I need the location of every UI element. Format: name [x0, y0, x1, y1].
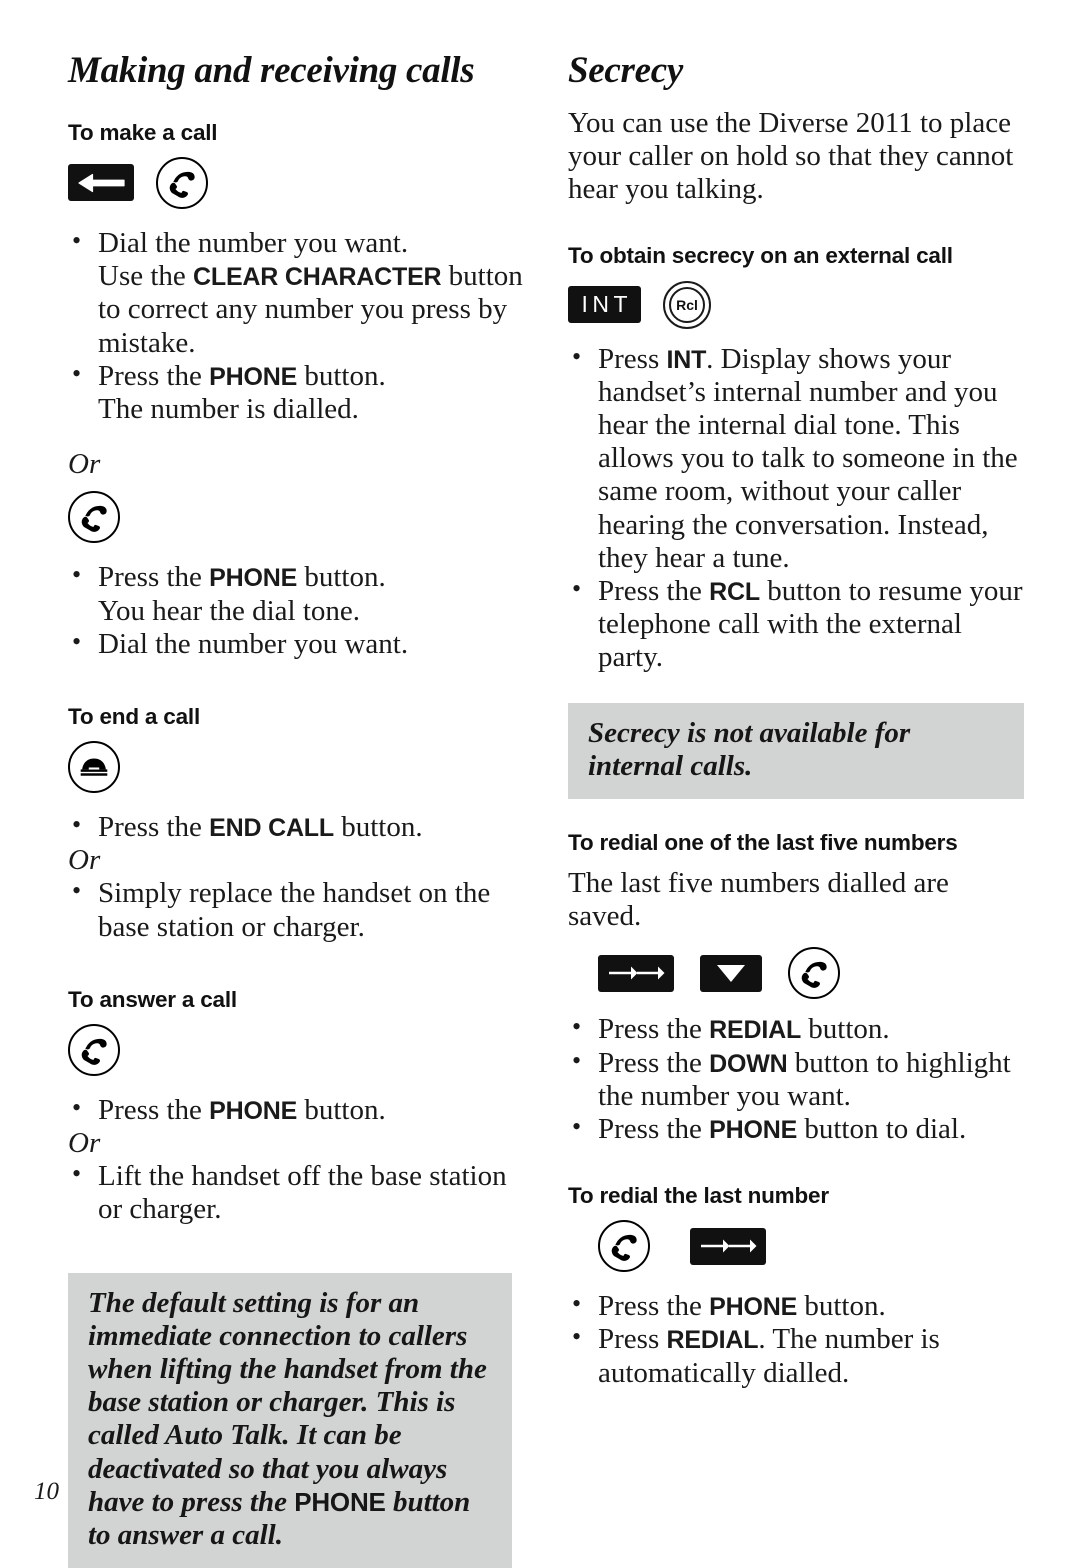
list-item: Press the PHONE button. [68, 1093, 528, 1127]
redial-key-icon[interactable] [690, 1227, 766, 1265]
bullet-list-obtain-secrecy: Press INT. Display shows your handset’s … [568, 341, 1028, 675]
bullet-list-end-a-call-alt: Simply replace the handset on the base s… [68, 876, 528, 943]
rcl-key-inner-ring: Rcl [669, 286, 706, 323]
list-item: Press the PHONE button.You hear the dial… [68, 560, 528, 627]
secrecy-intro: You can use the Diverse 2011 to place yo… [568, 106, 1014, 206]
right-column: Secrecy You can use the Diverse 2011 to … [568, 50, 1028, 1390]
rcl-key-label: Rcl [676, 296, 698, 313]
bullet-list-answer-a-call: Press the PHONE button. [68, 1093, 528, 1127]
callout-auto-talk: The default setting is for an immediate … [68, 1272, 512, 1568]
page-title: Making and receiving calls [68, 50, 475, 91]
heading-to-end-a-call: To end a call [68, 703, 201, 729]
bullet-list-redial-last-number: Press the PHONE button. Press REDIAL. Th… [568, 1289, 1028, 1390]
phone-key-icon[interactable] [598, 1220, 650, 1273]
or-label-2: Or [68, 844, 101, 877]
bullet-list-end-a-call: Press the END CALL button. [68, 810, 528, 844]
list-item: Lift the handset off the base station or… [68, 1159, 528, 1226]
heading-to-answer-a-call: To answer a call [68, 986, 237, 1012]
list-item: Press the END CALL button. [68, 810, 528, 844]
icon-row-make-a-call [68, 156, 528, 209]
icon-row-redial-last-five [568, 947, 1028, 1000]
page-number: 10 [34, 1478, 59, 1505]
callout-secrecy-internal: Secrecy is not available for internal ca… [568, 702, 1024, 799]
bullet-list-redial-last-five: Press the REDIAL button. Press the DOWN … [568, 1012, 1028, 1146]
list-item: Press the PHONE button to dial. [568, 1112, 1028, 1146]
left-column: Making and receiving calls To make a cal… [68, 50, 528, 1568]
clear-character-key-icon[interactable] [68, 164, 134, 202]
or-label-1: Or [68, 448, 101, 481]
list-item: Press the PHONE button. [568, 1289, 1028, 1323]
redial-key-icon[interactable] [598, 954, 674, 992]
icon-row-redial-last-number [568, 1220, 1028, 1273]
heading-redial-last-five: To redial one of the last five numbers [568, 829, 958, 855]
list-item: Press the DOWN button to highlight the n… [568, 1046, 1028, 1113]
icon-row-end-a-call [68, 740, 528, 793]
phone-key-icon[interactable] [68, 1023, 120, 1076]
secrecy-title: Secrecy [568, 50, 683, 91]
list-item: Dial the number you want. [68, 627, 528, 661]
heading-to-make-a-call: To make a call [68, 119, 218, 145]
list-item: Press INT. Display shows your handset’s … [568, 341, 1028, 575]
int-key-icon[interactable]: INT [568, 286, 642, 323]
down-key-icon[interactable] [700, 954, 762, 992]
redial-lead: The last five numbers dialled are saved. [568, 866, 949, 933]
bullet-list-make-a-call-alt: Press the PHONE button.You hear the dial… [68, 560, 528, 661]
list-item: Simply replace the handset on the base s… [68, 876, 528, 943]
int-key-label: INT [581, 291, 633, 317]
phone-key-icon[interactable] [788, 947, 840, 1000]
bullet-list-answer-a-call-alt: Lift the handset off the base station or… [68, 1159, 528, 1226]
list-item: Press the RCL button to resume your tele… [568, 574, 1028, 675]
bullet-list-make-a-call: Dial the number you want.Use the CLEAR C… [68, 226, 528, 426]
icon-row-answer-a-call [68, 1023, 528, 1076]
icon-row-obtain-secrecy: INT Rcl [568, 280, 1028, 329]
or-label-3: Or [68, 1127, 101, 1160]
heading-redial-last-number: To redial the last number [568, 1183, 829, 1209]
heading-obtain-secrecy: To obtain secrecy on an external call [568, 243, 953, 269]
end-call-key-icon[interactable] [68, 740, 120, 793]
rcl-key-icon[interactable]: Rcl [663, 280, 712, 329]
phone-key-icon[interactable] [68, 491, 120, 544]
list-item: Press REDIAL. The number is automaticall… [568, 1322, 1028, 1389]
icon-row-make-a-call-alt [68, 491, 528, 544]
phone-key-icon[interactable] [156, 156, 208, 209]
list-item: Press the REDIAL button. [568, 1012, 1028, 1046]
list-item: Press the PHONE button.The number is dia… [68, 359, 528, 426]
list-item: Dial the number you want.Use the CLEAR C… [68, 226, 528, 360]
manual-page: Making and receiving calls To make a cal… [0, 0, 1080, 1568]
